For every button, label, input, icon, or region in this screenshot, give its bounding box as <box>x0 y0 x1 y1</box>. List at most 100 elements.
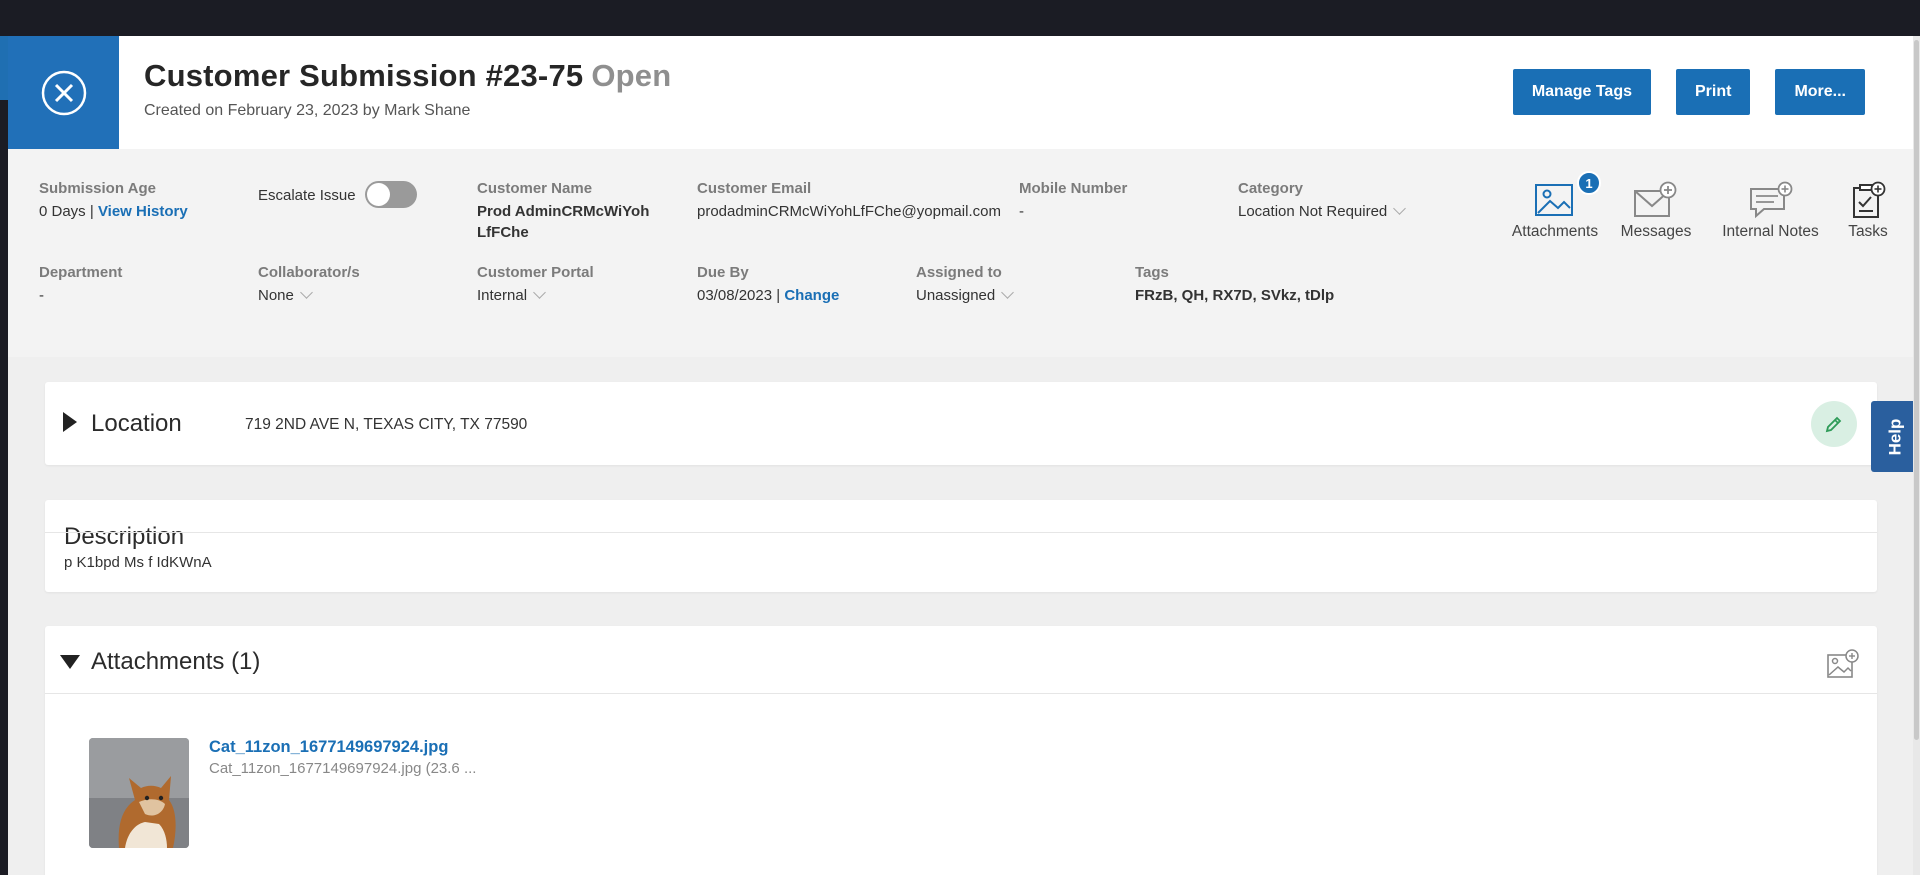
department-field: Department - <box>39 264 122 306</box>
scrollbar-thumb[interactable] <box>1914 40 1919 740</box>
attachments-divider <box>45 693 1877 694</box>
collaborators-dropdown[interactable]: None <box>258 285 360 306</box>
escalate-issue-toggle[interactable] <box>365 181 417 208</box>
close-icon <box>41 70 86 115</box>
toggle-knob <box>367 183 390 206</box>
customer-name-label: Customer Name <box>477 180 593 197</box>
collaborators-label: Collaborator/s <box>258 264 360 281</box>
close-button[interactable] <box>8 36 119 149</box>
chevron-down-icon <box>299 286 313 299</box>
customer-name-link[interactable]: Prod AdminCRMcWiYoh LfFChe <box>477 201 649 243</box>
header-actions: Manage Tags Print More... <box>1512 69 1865 115</box>
customer-name-field: Customer Name Prod AdminCRMcWiYoh LfFChe <box>477 180 649 243</box>
category-label: Category <box>1238 180 1304 197</box>
description-text: p K1bpd Ms f IdKWnA <box>64 554 212 571</box>
attachments-count-badge: 1 <box>1577 171 1601 195</box>
submission-age-value: 0 Days <box>39 203 86 220</box>
submission-title: Customer Submission #23-75 <box>144 58 584 93</box>
assigned-to-value: Unassigned <box>916 287 996 304</box>
view-history-link[interactable]: View History <box>98 203 188 220</box>
status-badge: Open <box>591 58 672 93</box>
mobile-number-label: Mobile Number <box>1019 180 1128 197</box>
modal-header: Customer Submission #23-75 Open Created o… <box>8 36 1913 149</box>
submission-info-panel: Submission Age 0 Days | View History Esc… <box>8 149 1913 357</box>
location-expand-toggle[interactable] <box>63 412 77 437</box>
location-card: Location 719 2ND AVE N, TEXAS CITY, TX 7… <box>45 382 1877 465</box>
tasks-tool-label: Tasks <box>1848 223 1888 240</box>
add-attachment-button[interactable] <box>1826 648 1860 685</box>
image-add-icon <box>1827 649 1859 678</box>
customer-name-line2: LfFChe <box>477 224 529 241</box>
more-button[interactable]: More... <box>1775 69 1865 115</box>
tags-field: Tags FRzB, QH, RX7D, SVkz, tDlp <box>1135 264 1334 306</box>
left-accent-strip <box>0 36 8 100</box>
tasks-icon <box>1853 181 1886 218</box>
internal-notes-tool[interactable]: Internal Notes <box>1708 181 1833 241</box>
customer-email-field: Customer Email prodadminCRMcWiYohLfFChe@… <box>697 180 1001 222</box>
manage-tags-button[interactable]: Manage Tags <box>1512 69 1651 115</box>
attachments-tool-label: Attachments <box>1511 223 1599 240</box>
tags-value[interactable]: FRzB, QH, RX7D, SVkz, tDlp <box>1135 285 1334 306</box>
attachments-collapse-toggle[interactable] <box>60 655 80 674</box>
image-icon <box>1535 184 1573 216</box>
page-title: Customer Submission #23-75 Open <box>144 58 671 94</box>
department-label: Department <box>39 264 123 281</box>
cat-photo-icon <box>89 738 189 848</box>
tasks-tool[interactable]: Tasks <box>1840 181 1896 241</box>
due-by-value: 03/08/2023 <box>697 287 773 304</box>
title-block: Customer Submission #23-75 Open Created o… <box>144 58 671 120</box>
page-scrollbar[interactable] <box>1913 36 1920 875</box>
description-title: Description <box>64 523 185 550</box>
attachments-tool[interactable]: 1 Attachments <box>1495 171 1615 241</box>
chevron-down-icon <box>533 286 546 299</box>
due-by-label: Due By <box>697 264 749 281</box>
help-label: Help <box>1885 418 1905 455</box>
collaborators-value: None <box>258 287 294 304</box>
assigned-to-label: Assigned to <box>916 264 1002 281</box>
mobile-number-value: - <box>1019 203 1024 220</box>
chevron-down-icon <box>1393 202 1407 215</box>
change-due-date-link[interactable]: Change <box>784 287 839 304</box>
message-add-icon <box>1634 181 1677 217</box>
print-button[interactable]: Print <box>1675 69 1751 115</box>
escalate-issue-label: Escalate Issue <box>258 187 356 204</box>
chevron-down-icon <box>1001 286 1015 299</box>
category-field: Category Location Not Required <box>1238 180 1407 222</box>
collaborators-field: Collaborator/s None <box>258 264 360 306</box>
messages-tool-label: Messages <box>1620 223 1692 240</box>
caret-right-icon <box>63 412 77 432</box>
location-address: 719 2ND AVE N, TEXAS CITY, TX 77590 <box>245 416 528 433</box>
location-title: Location <box>91 410 182 437</box>
attachment-thumbnail[interactable] <box>89 738 189 848</box>
due-by-field: Due By 03/08/2023 | Change <box>697 264 839 306</box>
messages-tool[interactable]: Messages <box>1611 181 1701 241</box>
customer-portal-value: Internal <box>477 287 528 304</box>
customer-email-label: Customer Email <box>697 180 812 197</box>
caret-down-icon <box>60 655 80 669</box>
assigned-to-dropdown[interactable]: Unassigned <box>916 285 1015 306</box>
separator: | <box>776 287 781 304</box>
notes-add-icon <box>1749 181 1792 219</box>
customer-portal-dropdown[interactable]: Internal <box>477 285 594 306</box>
mobile-number-field: Mobile Number - <box>1019 180 1127 222</box>
attachments-card: Attachments (1) Cat_11zon_1677149697924.… <box>45 626 1877 875</box>
attachment-file-link[interactable]: Cat_11zon_1677149697924.jpg <box>209 738 448 757</box>
category-dropdown[interactable]: Location Not Required <box>1238 201 1407 222</box>
customer-portal-field: Customer Portal Internal <box>477 264 594 306</box>
attachments-title: Attachments (1) <box>91 648 261 675</box>
created-info: Created on February 23, 2023 by Mark Sha… <box>144 102 471 119</box>
attachment-file-detail: Cat_11zon_1677149697924.jpg (23.6 ... <box>209 760 477 777</box>
submission-age-label: Submission Age <box>39 180 156 197</box>
assigned-to-field: Assigned to Unassigned <box>916 264 1015 306</box>
internal-notes-tool-label: Internal Notes <box>1722 223 1819 240</box>
separator: | <box>89 203 94 220</box>
customer-email-value: prodadminCRMcWiYohLfFChe@yopmail.com <box>697 203 1001 220</box>
tags-label: Tags <box>1135 264 1169 281</box>
department-value: - <box>39 287 44 304</box>
edit-location-button[interactable] <box>1811 401 1857 447</box>
submission-age-field: Submission Age 0 Days | View History <box>39 180 188 222</box>
pencil-icon <box>1825 416 1842 433</box>
description-divider <box>45 532 1877 533</box>
submission-modal: Customer Submission #23-75 Open Created o… <box>8 36 1913 875</box>
customer-portal-label: Customer Portal <box>477 264 594 281</box>
